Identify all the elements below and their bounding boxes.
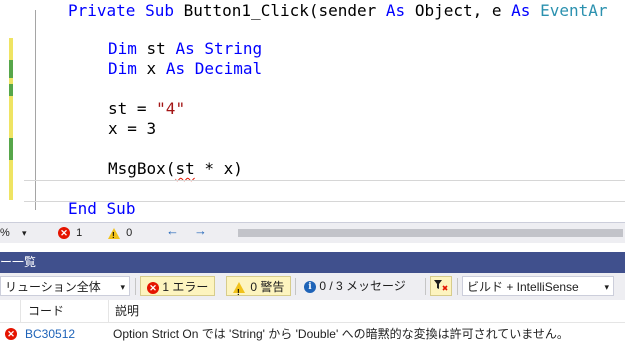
toolbar-divider [457, 278, 458, 295]
arrow-left-icon[interactable]: ← [166, 224, 179, 238]
change-marker [9, 96, 13, 138]
error-list-header: コード 説明 [0, 300, 625, 323]
arrow-right-icon[interactable]: → [194, 224, 207, 238]
error-code-link[interactable]: BC30512 [25, 323, 75, 345]
change-marker [9, 84, 13, 96]
code-line-dim-st: Dim st As String [108, 39, 263, 58]
column-header-description[interactable]: 説明 [115, 300, 139, 322]
panel-title: ー一覧 [0, 255, 37, 269]
chevron-down-icon: ▾ [120, 282, 125, 292]
info-icon: i [304, 280, 316, 293]
warnings-filter-button[interactable]: 0 警告 [226, 276, 292, 303]
error-icon: ✕ [147, 281, 159, 294]
column-header-code[interactable]: コード [28, 300, 64, 322]
error-icon: ✕ [5, 328, 17, 340]
table-row[interactable]: ✕ BC30512 Option Strict On では 'String' か… [0, 323, 625, 345]
change-marker [9, 160, 13, 200]
scrollbar-thumb[interactable] [238, 229, 623, 237]
horizontal-scrollbar[interactable] [238, 229, 625, 237]
change-marker [9, 60, 13, 78]
filter-toggle-button[interactable] [430, 276, 452, 296]
column-divider [20, 300, 21, 322]
warning-icon [108, 227, 120, 243]
scope-filter-dropdown[interactable]: リューション全体 ▾ [0, 276, 130, 296]
code-line-msgbox: MsgBox(st * x) [108, 159, 243, 178]
build-source-dropdown[interactable]: ビルド + IntelliSense ▾ [462, 276, 614, 296]
error-count-indicator[interactable]: ✕ 1 [58, 226, 82, 240]
error-description: Option Strict On では 'String' から 'Double'… [113, 327, 569, 341]
error-list-title-bar[interactable]: ー一覧 [0, 252, 625, 273]
filter-icon [434, 280, 448, 291]
toolbar-divider [135, 278, 136, 295]
editor-status-bar: % ▾ ✕ 1 0 ← → [0, 222, 625, 243]
chevron-down-icon: ▾ [604, 282, 609, 292]
error-icon: ✕ [58, 227, 70, 240]
change-marker [9, 138, 13, 160]
warning-icon [233, 282, 245, 303]
change-marker [9, 38, 13, 60]
code-line-end-sub: End Sub [68, 199, 136, 218]
code-line-dim-x: Dim x As Decimal [108, 59, 263, 78]
toolbar-divider [425, 278, 426, 295]
toolbar-divider [295, 278, 296, 295]
code-editor[interactable]: Private Sub Button1_Click(sender As Obje… [0, 0, 625, 222]
messages-filter-button[interactable]: i 0 / 3 メッセージ [300, 276, 410, 296]
error-list-toolbar: リューション全体 ▾ ✕ 1 エラー 0 警告 i 0 / 3 メッセージ ビル… [0, 273, 625, 303]
zoom-dropdown[interactable]: % ▾ [0, 226, 32, 240]
chevron-down-icon: ▾ [22, 228, 27, 238]
code-line-assign-st: st = "4" [108, 99, 186, 118]
code-line-assign-x: x = 3 [108, 119, 157, 138]
column-divider [108, 300, 109, 322]
warning-count-indicator[interactable]: 0 [108, 226, 132, 243]
errors-filter-button[interactable]: ✕ 1 エラー [140, 276, 216, 296]
error-squiggle: st [175, 159, 195, 178]
code-line-sub-declaration: Private Sub Button1_Click(sender As Obje… [68, 1, 608, 20]
